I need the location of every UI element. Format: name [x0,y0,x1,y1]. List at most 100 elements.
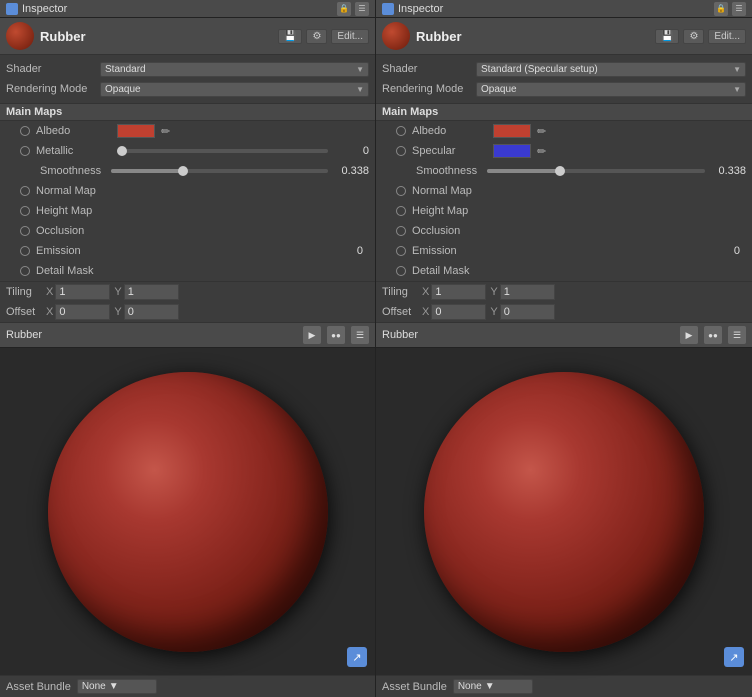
smoothness-slider-left[interactable] [111,169,328,173]
shader-dropdown-left[interactable]: Standard ▼ [100,62,369,77]
offset-x-axis-left: X [46,306,53,318]
rendering-label-left: Rendering Mode [6,83,96,95]
offset-label-left: Offset [6,306,42,318]
tiling-x-axis-left: X [46,286,53,298]
emission-circle-left [20,246,30,256]
tiling-label-right: Tiling [382,286,418,298]
offset-x-field-right: X [422,304,486,320]
preview-play-btn-left[interactable]: ▶ [303,326,321,344]
main-maps-header-right: Main Maps [376,103,752,121]
smoothness-row-left: Smoothness 0.338 [0,161,375,181]
preview-header-left: Rubber ▶ ●● ☰ [0,322,375,348]
preview-dots-btn-left[interactable]: ●● [327,326,345,344]
tiling-x-field-left: X [46,284,110,300]
menu-icon-right[interactable]: ☰ [732,2,746,16]
material-settings-btn-left[interactable]: ⚙ [306,29,327,44]
tiling-y-input-right[interactable] [500,284,555,300]
material-header-right-left: 💾 ⚙ Edit... [278,29,369,44]
inspector-header-right: Inspector 🔒 ☰ [376,0,752,18]
inspector-title-right: Inspector [398,3,710,15]
tiling-x-axis-right: X [422,286,429,298]
tiling-x-input-right[interactable] [431,284,486,300]
lock-icon-left[interactable]: 🔒 [337,2,351,16]
metallic-circle-left [20,146,30,156]
smoothness-thumb-left[interactable] [178,166,188,176]
preview-link-icon-left[interactable]: ↗ [347,647,367,667]
rendering-dropdown-left[interactable]: Opaque ▼ [100,82,369,97]
asset-bundle-dropdown-right[interactable]: None ▼ [453,679,533,694]
albedo-row-left: Albedo ✏ [0,121,375,141]
offset-y-input-left[interactable] [124,304,179,320]
material-sphere-left [6,22,34,50]
main-maps-header-left: Main Maps [0,103,375,121]
rendering-dropdown-right[interactable]: Opaque ▼ [476,82,746,97]
normalmap-circle-right [396,186,406,196]
preview-area-right: ↗ [376,348,752,675]
inspector-icon-right [382,3,394,15]
inspector-header-left: Inspector 🔒 ☰ [0,0,375,18]
offset-x-input-right[interactable] [431,304,486,320]
asset-bundle-dropdown-left[interactable]: None ▼ [77,679,157,694]
albedo-pencil-right[interactable]: ✏ [537,125,546,138]
preview-link-icon-right[interactable]: ↗ [724,647,744,667]
occlusion-label-right: Occlusion [412,225,487,237]
albedo-label-right: Albedo [412,125,487,137]
preview-menu-btn-right[interactable]: ☰ [728,326,746,344]
shader-label-right: Shader [382,63,472,75]
offset-x-axis-right: X [422,306,429,318]
specular-swatch-right[interactable] [493,144,531,158]
specular-pencil-right[interactable]: ✏ [537,145,546,158]
rendering-row-left: Rendering Mode Opaque ▼ [0,79,375,99]
material-edit-btn-left[interactable]: Edit... [331,29,369,44]
material-settings-btn-right[interactable]: ⚙ [683,29,704,44]
asset-bundle-label-left: Asset Bundle [6,681,71,693]
smoothness-thumb-right[interactable] [555,166,565,176]
rendering-dropdown-arrow-right: ▼ [733,85,741,94]
albedo-circle-right [396,126,406,136]
asset-bundle-label-right: Asset Bundle [382,681,447,693]
metallic-slider-left[interactable] [117,149,328,153]
shader-dropdown-arrow-right: ▼ [733,65,741,74]
normalmap-row-right: Normal Map [376,181,752,201]
preview-title-left: Rubber [6,329,297,341]
material-edit-btn-right[interactable]: Edit... [708,29,746,44]
occlusion-row-left: Occlusion [0,221,375,241]
detailmask-label-left: Detail Mask [36,265,111,277]
material-header-left: Rubber 💾 ⚙ Edit... [0,18,375,55]
tiling-label-left: Tiling [6,286,42,298]
albedo-swatch-right[interactable] [493,124,531,138]
preview-sphere-left [48,372,328,652]
smoothness-label-right: Smoothness [416,165,481,177]
offset-label-right: Offset [382,306,418,318]
albedo-swatch-left[interactable] [117,124,155,138]
offset-y-input-right[interactable] [500,304,555,320]
material-save-btn-left[interactable]: 💾 [278,29,302,44]
heightmap-circle-right [396,206,406,216]
albedo-pencil-left[interactable]: ✏ [161,125,170,138]
menu-icon-left[interactable]: ☰ [355,2,369,16]
shader-label-left: Shader [6,63,96,75]
emission-circle-right [396,246,406,256]
tiling-x-field-right: X [422,284,486,300]
lock-icon-right[interactable]: 🔒 [714,2,728,16]
occlusion-row-right: Occlusion [376,221,752,241]
asset-bundle-arrow-left: ▼ [109,681,119,692]
properties-right: Shader Standard (Specular setup) ▼ Rende… [376,55,752,103]
offset-x-input-left[interactable] [55,304,110,320]
left-panel: Inspector 🔒 ☰ Rubber 💾 ⚙ Edit... Shader … [0,0,376,697]
emission-row-right: Emission 0 [376,241,752,261]
material-save-btn-right[interactable]: 💾 [655,29,679,44]
tiling-y-input-left[interactable] [124,284,179,300]
preview-menu-btn-left[interactable]: ☰ [351,326,369,344]
material-sphere-right [382,22,410,50]
tiling-x-input-left[interactable] [55,284,110,300]
detailmask-circle-right [396,266,406,276]
smoothness-slider-right[interactable] [487,169,705,173]
preview-play-btn-right[interactable]: ▶ [680,326,698,344]
metallic-thumb-left[interactable] [117,146,127,156]
detailmask-row-right: Detail Mask [376,261,752,281]
albedo-circle-left [20,126,30,136]
preview-dots-btn-right[interactable]: ●● [704,326,722,344]
shader-dropdown-right[interactable]: Standard (Specular setup) ▼ [476,62,746,77]
emission-value-left: 0 [357,245,363,257]
